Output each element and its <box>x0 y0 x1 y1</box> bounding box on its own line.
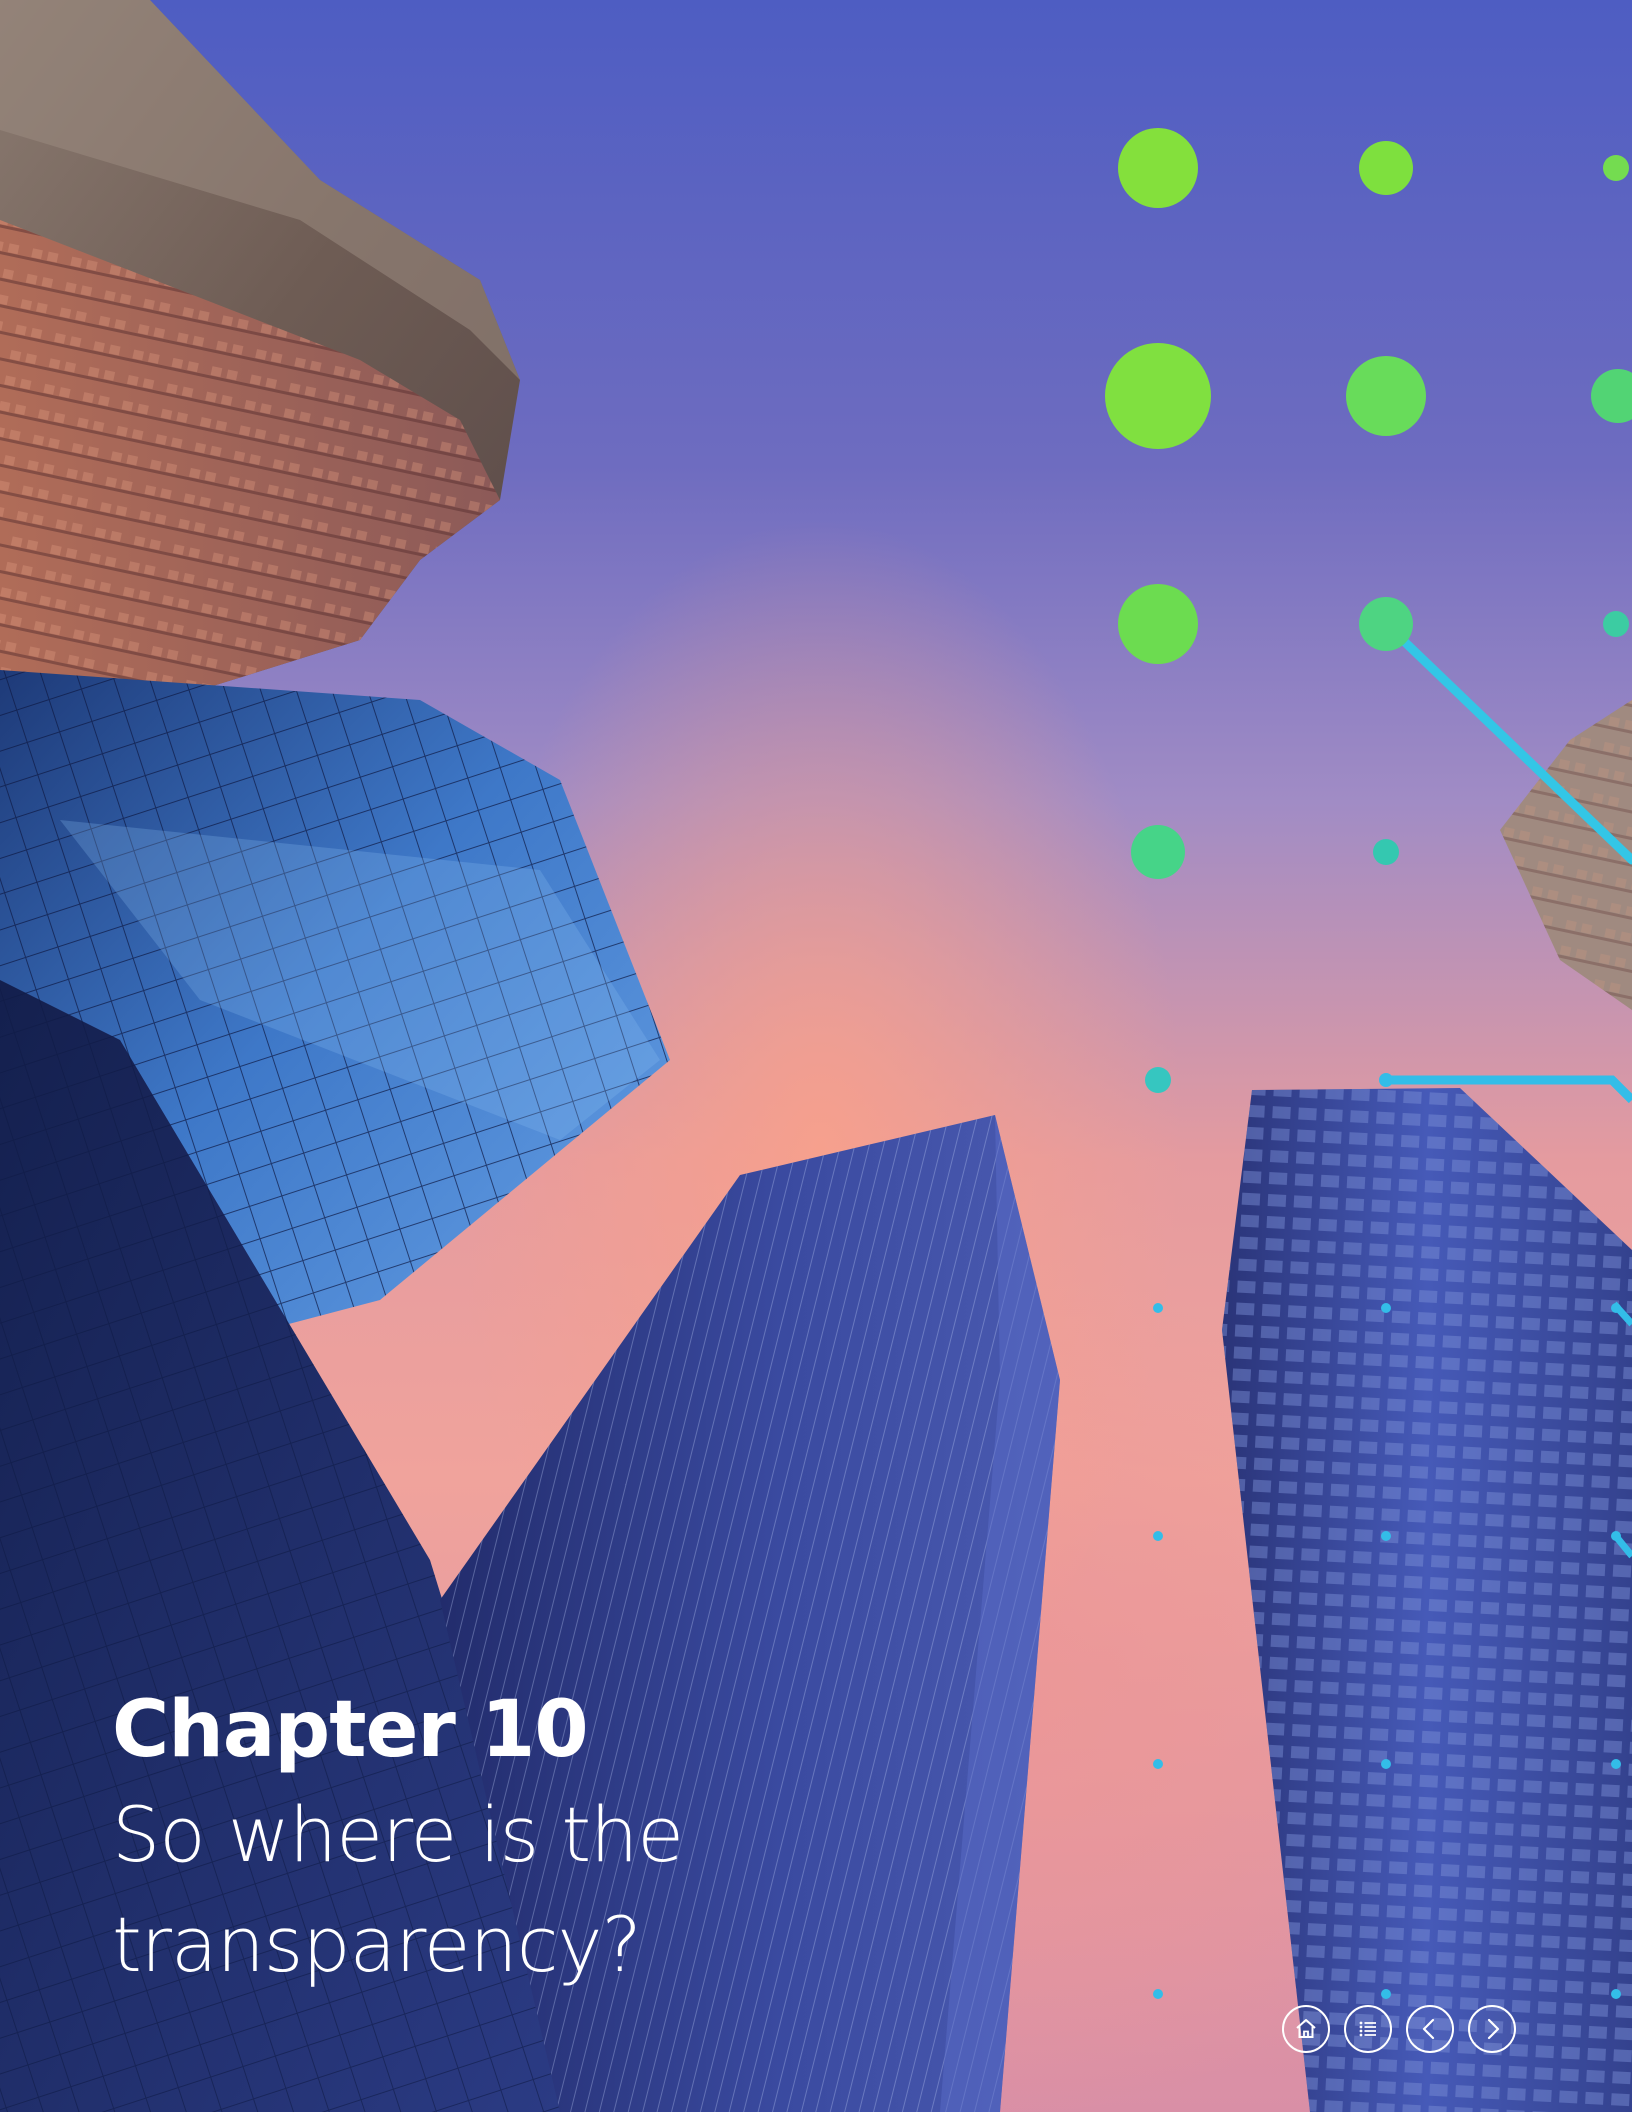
chevron-left-icon <box>1422 2018 1435 2040</box>
chapter-subtitle: So where is the transparency? <box>112 1790 684 1989</box>
dot-row-4 <box>1131 825 1399 879</box>
chapter-cover: Chapter 10 So where is the transparency? <box>0 0 1632 2112</box>
list-icon <box>1359 2021 1376 2037</box>
dot-row-9 <box>1153 1989 1621 1999</box>
dot-row-6 <box>1153 1303 1621 1313</box>
dot-row-3 <box>1118 584 1629 664</box>
chevron-right-icon <box>1487 2018 1500 2040</box>
home-button[interactable] <box>1282 2005 1330 2053</box>
chapter-label: Chapter 10 <box>112 1685 589 1775</box>
contents-button[interactable] <box>1344 2005 1392 2053</box>
previous-page-button[interactable] <box>1406 2005 1454 2053</box>
next-page-button[interactable] <box>1468 2005 1516 2053</box>
page-navigation <box>1282 2005 1516 2053</box>
dot-row-2 <box>1105 343 1632 449</box>
chapter-title-block: Chapter 10 So where is the transparency? <box>112 1680 1012 2000</box>
dot-row-1 <box>1118 128 1629 208</box>
dot-row-5 <box>1145 1067 1393 1093</box>
home-icon <box>1296 2019 1316 2038</box>
dot-row-8 <box>1153 1759 1621 1769</box>
dot-row-7 <box>1153 1531 1621 1541</box>
